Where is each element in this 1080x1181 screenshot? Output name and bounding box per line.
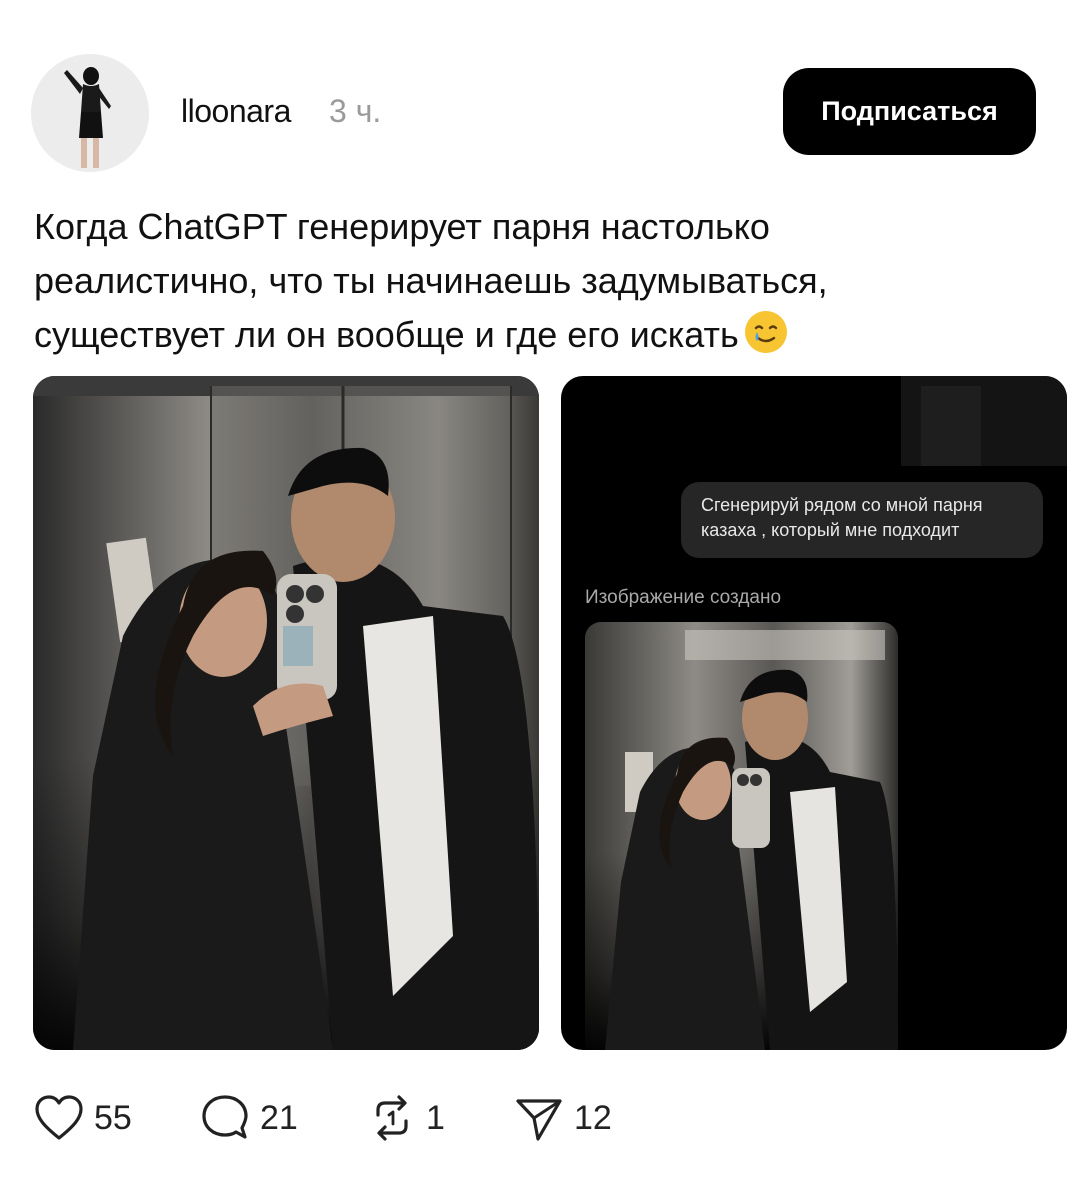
comment-count: 21	[260, 1098, 298, 1137]
repost-icon	[376, 1095, 408, 1141]
post-text: Когда ChatGPT генерирует парня настолько…	[34, 200, 1034, 362]
post-timestamp: 3 ч.	[329, 93, 382, 129]
comment-bubble-icon	[202, 1095, 248, 1139]
repost-count: 1	[426, 1098, 445, 1137]
avatar-figure	[31, 54, 149, 172]
prompt-line: казаха , который мне подходит	[701, 520, 960, 540]
avatar[interactable]	[31, 54, 149, 172]
comment-button[interactable]: 21	[200, 1090, 298, 1146]
post-photo-2[interactable]: Сгенерируй рядом со мной парня казаха , …	[561, 376, 1067, 1050]
post-text-line: существует ли он вообще и где его искать	[34, 308, 1034, 362]
post-actions-bar: 55 21 1 12	[0, 1090, 1080, 1146]
post-photo-1[interactable]	[33, 376, 539, 1050]
prompt-message-bubble: Сгенерируй рядом со мной парня казаха , …	[681, 482, 1043, 558]
like-button[interactable]: 55	[34, 1090, 132, 1146]
author-username[interactable]: lloonara	[181, 93, 291, 130]
elevator-selfie-image	[33, 376, 539, 1050]
share-button[interactable]: 12	[514, 1090, 612, 1146]
follow-button[interactable]: Подписаться	[783, 68, 1036, 155]
generated-couple-image	[585, 622, 898, 1050]
heart-icon	[35, 1095, 83, 1140]
repost-button[interactable]: 1	[368, 1090, 445, 1146]
image-created-label: Изображение создано	[585, 587, 782, 608]
paper-plane-icon	[516, 1099, 562, 1141]
post-text-line: реалистично, что ты начинаешь задумывать…	[34, 260, 828, 301]
smiling-face-with-tear-icon	[744, 311, 787, 353]
prompt-line: Сгенерируй рядом со мной парня	[701, 495, 983, 515]
generated-image[interactable]	[585, 622, 898, 1050]
post-text-line-content: существует ли он вообще и где его искать	[34, 314, 739, 355]
like-count: 55	[94, 1098, 132, 1137]
share-count: 12	[574, 1098, 612, 1137]
post-text-line: Когда ChatGPT генерирует парня настолько	[34, 206, 770, 247]
screenshot-top-image-fragment	[901, 376, 1067, 466]
